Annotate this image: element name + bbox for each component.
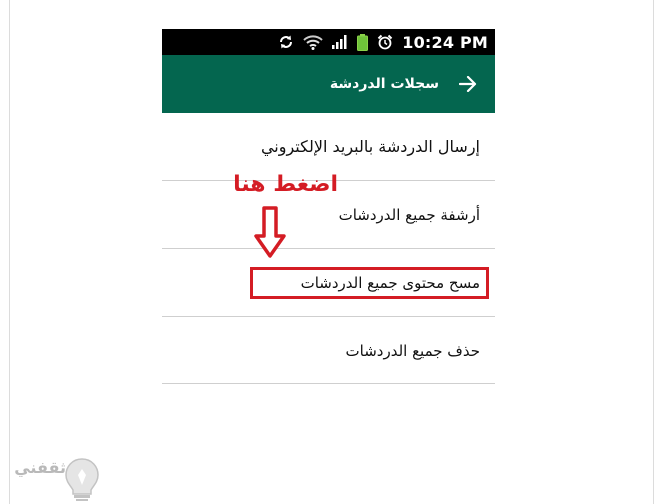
menu-item-label: حذف جميع الدردشات bbox=[345, 341, 480, 360]
phone-screen: 10:24 PM سجلات الدردشة إرسال الدردشة بال… bbox=[162, 29, 495, 389]
arrow-right-icon[interactable] bbox=[459, 76, 477, 92]
watermark-text: ثقفني bbox=[14, 458, 66, 477]
menu-item-email-chat[interactable]: إرسال الدردشة بالبريد الإلكتروني bbox=[162, 113, 495, 180]
battery-icon bbox=[357, 32, 369, 52]
status-bar: 10:24 PM bbox=[162, 29, 495, 55]
app-bar-title: سجلات الدردشة bbox=[329, 76, 439, 92]
divider bbox=[162, 383, 495, 384]
signal-icon bbox=[332, 32, 348, 52]
page-border-right bbox=[653, 0, 654, 504]
wifi-icon bbox=[303, 32, 323, 52]
highlight-box bbox=[250, 267, 489, 299]
sync-icon bbox=[278, 32, 294, 52]
menu-item-delete-all[interactable]: حذف جميع الدردشات bbox=[162, 317, 495, 384]
down-arrow-icon bbox=[254, 206, 286, 258]
alarm-icon bbox=[377, 32, 393, 52]
page-border-left bbox=[9, 0, 10, 504]
annotation-text: اضغط هنا bbox=[233, 172, 338, 197]
menu-item-label: إرسال الدردشة بالبريد الإلكتروني bbox=[260, 137, 480, 156]
app-bar: سجلات الدردشة bbox=[162, 55, 495, 113]
status-time: 10:24 PM bbox=[402, 32, 488, 52]
menu-item-label: أرشفة جميع الدردشات bbox=[338, 205, 480, 224]
